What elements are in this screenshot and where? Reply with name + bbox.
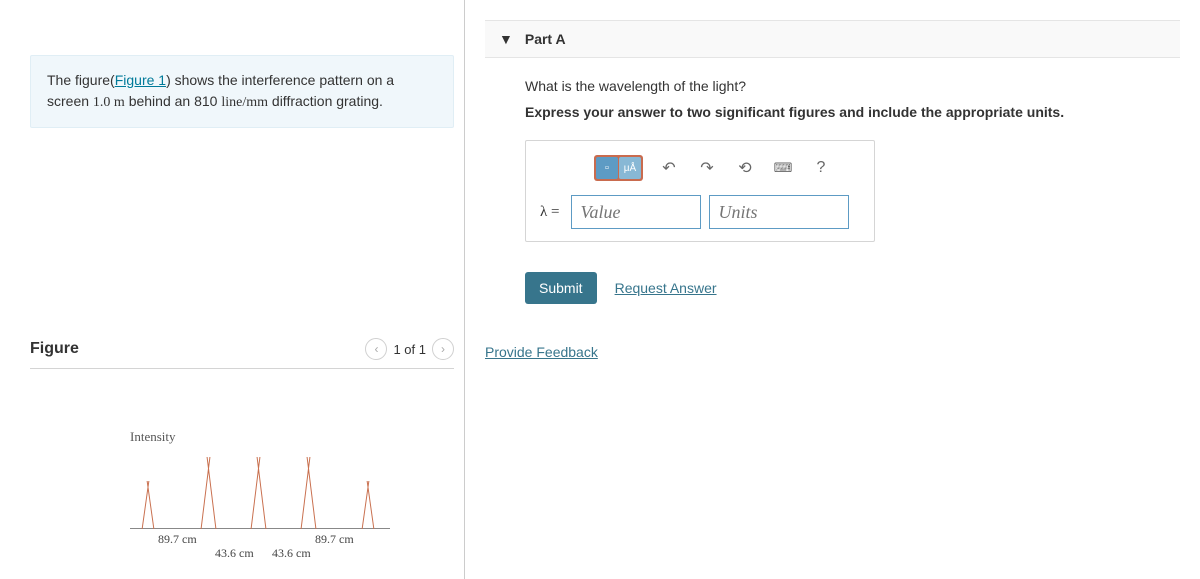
redo-icon[interactable]: ↷ — [695, 156, 719, 180]
problem-intro: The figure(Figure 1) shows the interfere… — [30, 55, 454, 128]
measure-89-left: 89.7 cm — [158, 532, 197, 547]
figure-link[interactable]: Figure 1 — [115, 72, 166, 88]
measure-43-left: 43.6 cm — [215, 546, 254, 561]
answer-panel: ▫ μÅ ↶ ↷ ⟲ ⌨ ? λ = — [525, 140, 875, 242]
measure-43-right: 43.6 cm — [272, 546, 311, 561]
units-input[interactable] — [709, 195, 849, 229]
keyboard-icon[interactable]: ⌨ — [771, 156, 795, 180]
figure-title: Figure — [30, 340, 79, 358]
variable-label: λ = — [536, 204, 563, 221]
template-picker[interactable]: ▫ μÅ — [594, 155, 643, 181]
part-title: Part A — [525, 31, 566, 47]
figure-pager: ‹ 1 of 1 › — [365, 338, 454, 360]
figure-prev-button[interactable]: ‹ — [365, 338, 387, 360]
measure-89-right: 89.7 cm — [315, 532, 354, 547]
fraction-template-icon: ▫ — [596, 157, 618, 179]
provide-feedback-link[interactable]: Provide Feedback — [485, 344, 1180, 360]
units-template-icon: μÅ — [619, 157, 641, 179]
figure-image: Intensity 89.7 cm 89.7 cm 43.6 cm 43.6 c… — [30, 369, 454, 569]
value-input[interactable] — [571, 195, 701, 229]
collapse-icon: ▼ — [499, 31, 513, 47]
instruction-text: Express your answer to two significant f… — [525, 104, 1180, 120]
question-text: What is the wavelength of the light? — [525, 78, 1180, 94]
intro-text: The figure( — [47, 72, 115, 88]
figure-next-button[interactable]: › — [432, 338, 454, 360]
part-header[interactable]: ▼ Part A — [485, 20, 1180, 58]
request-answer-link[interactable]: Request Answer — [615, 280, 717, 296]
intensity-label: Intensity — [130, 429, 176, 445]
figure-pager-label: 1 of 1 — [393, 342, 426, 357]
undo-icon[interactable]: ↶ — [657, 156, 681, 180]
reset-icon[interactable]: ⟲ — [733, 156, 757, 180]
help-icon[interactable]: ? — [809, 156, 833, 180]
submit-button[interactable]: Submit — [525, 272, 597, 304]
